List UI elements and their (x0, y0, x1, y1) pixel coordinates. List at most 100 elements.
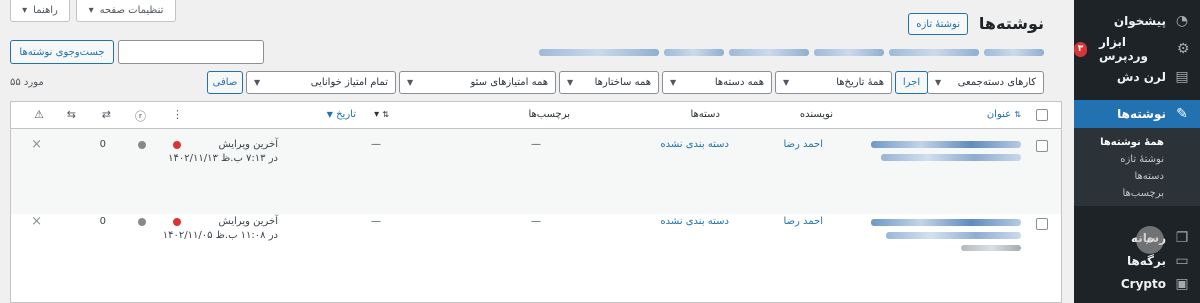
post-title-link[interactable] (871, 141, 1021, 148)
help-label: راهنما (33, 5, 58, 16)
sidebar-item-dashboard[interactable]: پیشخوان ◔ (1074, 7, 1200, 35)
categories-filter-select[interactable]: همه دسته‌ها ▼ (662, 71, 772, 94)
post-author-link[interactable]: احمد رضا (783, 139, 823, 150)
seo-score-filter-select[interactable]: همه امتیازهای سئو ▼ (399, 71, 556, 94)
post-tags: — (531, 216, 541, 227)
learndash-icon: ▤ (1175, 69, 1189, 85)
table-row: احمد رضا دسته بندی نشده — — آخرین ویرایش… (11, 214, 1061, 303)
column-tags-header: برچسب‌ها (528, 109, 570, 120)
search-posts-button[interactable]: جست‌وجوی نوشته‌ها (10, 40, 114, 64)
floating-help-icon[interactable]: ⌕ (1136, 226, 1164, 254)
table-header: عنوان ⇅ نویسنده دسته‌ها برچسب‌ها ▾ ⇅ ▼ ت… (11, 102, 1061, 129)
sidebar-item-posts[interactable]: نوشته‌ها ✎ (1074, 100, 1200, 128)
column-author-header: نویسنده (799, 109, 833, 120)
readability-filter-select[interactable]: تمام امتیاز خوانایی ▼ (246, 71, 396, 94)
sort-down-icon: ▼ (326, 110, 333, 119)
apply-button[interactable]: اجرا (895, 71, 928, 94)
readability-header-icon[interactable]: ⓡ (135, 108, 146, 124)
sidebar-item-label: نوشته‌ها (1117, 107, 1166, 121)
posts-submenu: همهٔ نوشته‌ها نوشتهٔ تازه دسته‌ها برچسب‌… (1074, 128, 1200, 206)
sort-icon: ⇅ (382, 110, 389, 119)
post-date-value: ۱۴۰۲/۱۱/۱۳ در ۷:۱۳ ب.ظ (168, 153, 278, 164)
filter-button[interactable]: صافی (207, 71, 243, 94)
post-title-link-line2[interactable] (881, 154, 1021, 161)
post-comments: — (371, 216, 381, 227)
dates-filter-select[interactable]: همهٔ تاریخ‌ها ▼ (775, 71, 892, 94)
sidebar-item-learndash[interactable]: لرن دش ▤ (1074, 63, 1200, 91)
sidebar-item-crypto[interactable]: Crypto ▣ (1074, 272, 1200, 296)
sidebar-item-label: برگه‌ها (1126, 253, 1166, 268)
screen-options-label: تنظیمات صفحه (99, 5, 164, 16)
dashboard-icon: ◔ (1175, 13, 1189, 29)
add-new-post-button[interactable]: نوشتهٔ تازه (908, 13, 968, 35)
bulk-actions-select[interactable]: کارهای دسته‌جمعی ▼ (927, 71, 1044, 94)
incoming-links-header-icon[interactable]: ⇆ (67, 108, 76, 121)
submenu-add-new[interactable]: نوشتهٔ تازه (1074, 151, 1200, 168)
sidebar-item-label: پیشخوان (1113, 14, 1166, 28)
post-title-link-line2[interactable] (886, 232, 1021, 239)
column-title-label: عنوان (986, 109, 1012, 120)
readability-filter-value: تمام امتیاز خوانایی (310, 77, 388, 88)
chevron-down-icon: ▼ (407, 78, 414, 87)
posts-table: عنوان ⇅ نویسنده دسته‌ها برچسب‌ها ▾ ⇅ ▼ ت… (10, 101, 1062, 303)
dates-filter-value: همهٔ تاریخ‌ها (836, 77, 884, 88)
notification-badge: ۳ (1074, 41, 1087, 57)
chevron-down-icon: ▼ (567, 78, 574, 87)
row-checkbox[interactable] (1036, 218, 1048, 230)
chevron-down-icon: ▼ (935, 78, 942, 87)
crypto-icon: ▣ (1175, 276, 1189, 292)
post-title-meta (961, 245, 1021, 251)
chevron-down-icon: ▾ (22, 5, 28, 16)
screen-options-tab[interactable]: ▾ تنظیمات صفحه (76, 0, 176, 22)
submenu-tags[interactable]: برچسب‌ها (1074, 185, 1200, 202)
comments-column-header[interactable]: ▾ ⇅ (374, 109, 389, 120)
sidebar-item-label: ابزار وردپرس (1098, 35, 1148, 63)
chevron-down-icon: ▼ (254, 78, 261, 87)
post-tags: — (531, 139, 541, 150)
select-all-checkbox[interactable] (1036, 109, 1048, 121)
categories-filter-value: همه دسته‌ها (714, 77, 764, 88)
wordpress-tools-icon: ⚙ (1176, 41, 1190, 57)
post-comments: — (371, 139, 381, 150)
post-category-link[interactable]: دسته بندی نشده (660, 139, 729, 150)
post-category-link[interactable]: دسته بندی نشده (660, 216, 729, 227)
post-date-label: آخرین ویرایش (218, 216, 279, 227)
close-icon[interactable]: × (31, 214, 42, 229)
column-title-header[interactable]: عنوان ⇅ (987, 109, 1021, 120)
internal-links-header-icon[interactable]: ⇄ (102, 108, 111, 121)
readability-indicator (138, 141, 146, 149)
help-tab[interactable]: ▾ راهنما (10, 0, 70, 22)
seo-score-indicator (173, 141, 181, 149)
row-checkbox[interactable] (1036, 140, 1048, 152)
items-count: ۵۵ مورد (10, 77, 44, 88)
internal-links-count: 0 (99, 139, 106, 150)
post-status-filters[interactable] (504, 49, 1044, 59)
post-author-link[interactable]: احمد رضا (783, 216, 823, 227)
structures-filter-select[interactable]: همه ساختارها ▼ (559, 71, 659, 94)
sidebar-item-pages[interactable]: برگه‌ها ▭ (1074, 249, 1200, 272)
column-date-label: تاریخ (336, 109, 356, 120)
admin-sidebar: پیشخوان ◔ ۳ ابزار وردپرس ⚙ لرن دش ▤ نوشت… (1074, 0, 1200, 303)
close-icon[interactable]: × (31, 137, 42, 152)
post-title-link[interactable] (871, 219, 1021, 226)
seo-score-header-icon[interactable]: ⋮ (172, 108, 183, 121)
column-date-header[interactable]: ▼ تاریخ (327, 109, 356, 120)
bulk-actions-value: کارهای دسته‌جمعی (957, 77, 1036, 88)
submenu-all-posts[interactable]: همهٔ نوشته‌ها (1074, 134, 1200, 151)
seo-score-indicator (173, 218, 181, 226)
internal-links-count: 0 (99, 216, 106, 227)
main-content: ▾ تنظیمات صفحه ▾ راهنما نوشته‌ها نوشتهٔ … (0, 0, 1074, 303)
media-icon: ❐ (1175, 229, 1189, 246)
search-input[interactable] (118, 40, 264, 64)
sidebar-item-wordpress-tools[interactable]: ۳ ابزار وردپرس ⚙ (1074, 35, 1200, 63)
structures-filter-value: همه ساختارها (594, 77, 651, 88)
post-date-value: ۱۴۰۲/۱۱/۰۵ در ۱۱:۰۸ ب.ظ (162, 230, 278, 241)
seo-score-filter-value: همه امتیازهای سئو (470, 77, 548, 88)
warning-header-icon[interactable]: ⚠ (34, 108, 44, 121)
submenu-categories[interactable]: دسته‌ها (1074, 168, 1200, 185)
pin-icon: ✎ (1176, 106, 1188, 122)
page-title: نوشته‌ها (978, 14, 1044, 33)
table-row: احمد رضا دسته بندی نشده — — آخرین ویرایش… (11, 129, 1061, 214)
sort-icon: ⇅ (1014, 110, 1021, 119)
comment-icon: ▾ (374, 109, 380, 120)
